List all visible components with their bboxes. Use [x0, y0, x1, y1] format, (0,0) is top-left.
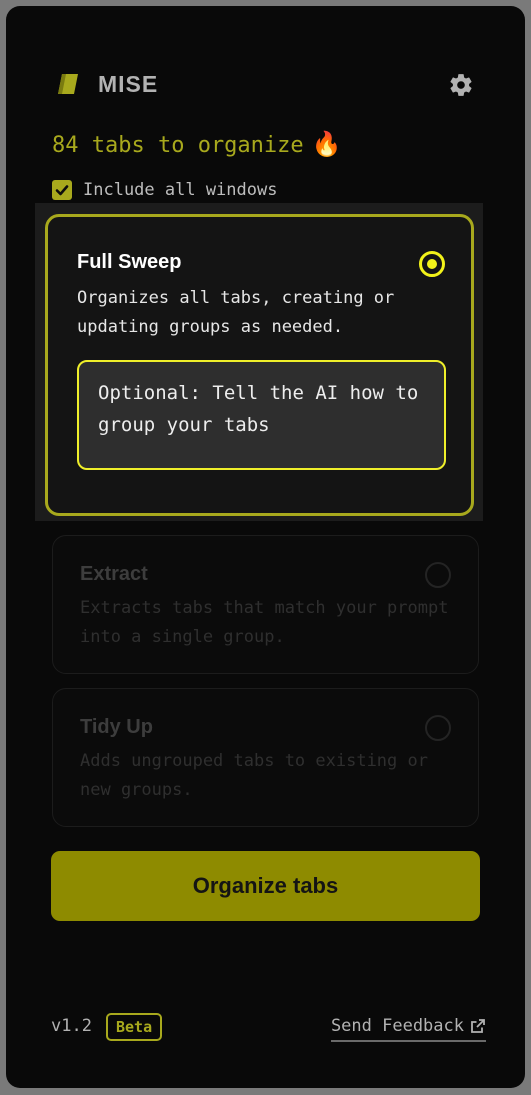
mode-title: Full Sweep	[77, 251, 182, 273]
include-all-windows-checkbox[interactable]	[52, 180, 72, 200]
mode-card-tidy-up[interactable]: Tidy Up Adds ungrouped tabs to existing …	[52, 688, 479, 827]
tab-count-text: 84 tabs to organize	[52, 133, 304, 158]
mode-card-extract[interactable]: Extract Extracts tabs that match your pr…	[52, 535, 479, 674]
beta-badge: Beta	[106, 1013, 163, 1041]
version-label: v1.2	[51, 1016, 92, 1036]
mode-radio-tidy-up[interactable]	[425, 715, 451, 741]
mode-radio-full-sweep[interactable]	[419, 251, 445, 277]
include-all-windows: Include all windows	[52, 178, 277, 202]
include-all-windows-label: Include all windows	[83, 180, 278, 200]
mode-radio-extract[interactable]	[425, 562, 451, 588]
mode-title: Extract	[80, 563, 148, 585]
mode-description: Organizes all tabs, creating or updating…	[77, 288, 395, 337]
send-feedback-link[interactable]: Send Feedback	[330, 1016, 486, 1042]
check-icon	[55, 185, 69, 196]
gear-icon[interactable]	[448, 72, 474, 98]
send-feedback-label: Send Feedback	[330, 1016, 464, 1036]
fire-icon: 🔥	[311, 130, 342, 158]
mode-description: Adds ungrouped tabs to existing or new g…	[80, 751, 428, 800]
external-link-icon	[471, 1019, 485, 1033]
prompt-input[interactable]: Optional: Tell the AI how to group your …	[77, 360, 446, 470]
mise-logo-icon	[58, 74, 78, 94]
tab-count: 84 tabs to organize 🔥	[52, 130, 342, 158]
brand-name: MISE	[98, 71, 159, 97]
mode-title: Tidy Up	[80, 716, 153, 738]
mode-card-full-sweep[interactable]: Full Sweep Organizes all tabs, creating …	[45, 214, 474, 516]
header: MISE	[56, 68, 476, 102]
mode-description: Extracts tabs that match your prompt int…	[80, 598, 449, 647]
organize-tabs-button[interactable]: Organize tabs	[51, 851, 480, 921]
